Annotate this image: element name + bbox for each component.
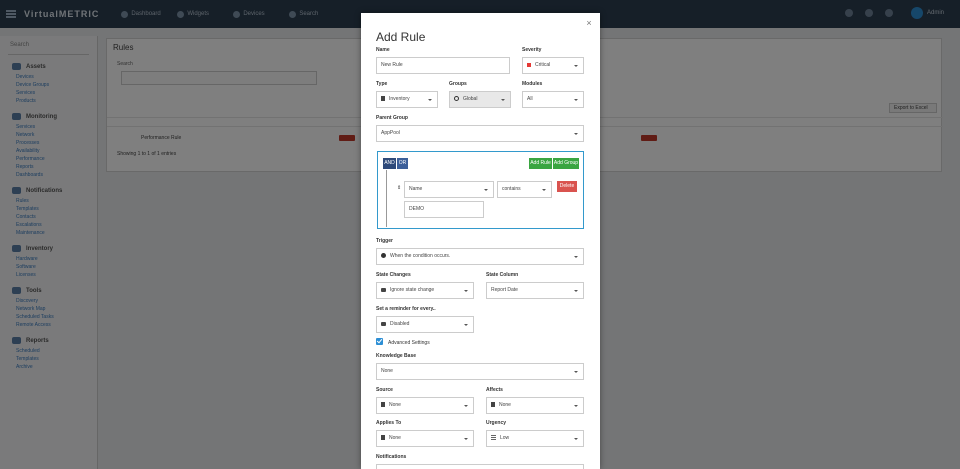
- advanced-settings-checkbox[interactable]: [376, 338, 383, 345]
- name-input[interactable]: New Rule: [376, 57, 510, 74]
- file-icon: [381, 435, 385, 441]
- parent-group-label: Parent Group: [376, 115, 408, 121]
- advanced-settings-label[interactable]: Advanced Settings: [388, 340, 430, 346]
- notifications-select[interactable]: [376, 464, 584, 469]
- mute-icon: [381, 321, 386, 326]
- close-icon[interactable]: ×: [584, 18, 594, 28]
- knowledge-base-select[interactable]: None: [376, 363, 584, 380]
- add-rule-modal: Add Rule × Name New Rule Severity Critic…: [361, 13, 600, 469]
- applies-to-label: Applies To: [376, 420, 402, 426]
- globe-icon: [454, 96, 459, 102]
- reminder-label: Set a reminder for every..: [376, 306, 436, 312]
- name-label: Name: [376, 47, 390, 53]
- modal-title: Add Rule: [376, 30, 426, 44]
- affects-select[interactable]: None: [486, 397, 584, 414]
- critical-icon: [527, 62, 531, 67]
- drag-handle-icon[interactable]: ⇕: [397, 185, 401, 191]
- urgency-icon: [491, 435, 496, 441]
- inventory-icon: [381, 96, 385, 102]
- state-changes-select[interactable]: Ignore state change: [376, 282, 474, 299]
- reminder-select[interactable]: Disabled: [376, 316, 474, 333]
- modules-select[interactable]: All: [522, 91, 584, 108]
- state-column-label: State Column: [486, 272, 519, 278]
- state-column-select[interactable]: Report Date: [486, 282, 584, 299]
- add-group-button[interactable]: Add Group: [553, 158, 579, 169]
- notifications-label: Notifications: [376, 454, 407, 460]
- modules-label: Modules: [522, 81, 543, 87]
- severity-label: Severity: [522, 47, 542, 53]
- file-icon: [491, 402, 495, 408]
- mute-icon: [381, 287, 386, 292]
- condition-value-input[interactable]: DEMO: [404, 201, 484, 218]
- applies-to-select[interactable]: None: [376, 430, 474, 447]
- condition-operator-select[interactable]: contains: [497, 181, 552, 198]
- condition-builder: AND OR Add Rule Add Group ⇕ Name contain…: [377, 151, 584, 229]
- state-changes-label: State Changes: [376, 272, 411, 278]
- add-rule-button[interactable]: Add Rule: [529, 158, 552, 169]
- groups-select[interactable]: Global: [449, 91, 511, 108]
- source-select[interactable]: None: [376, 397, 474, 414]
- urgency-select[interactable]: Low: [486, 430, 584, 447]
- groups-label: Groups: [449, 81, 467, 87]
- condition-field-select[interactable]: Name: [404, 181, 494, 198]
- source-label: Source: [376, 387, 393, 393]
- trigger-label: Trigger: [376, 238, 393, 244]
- severity-select[interactable]: Critical: [522, 57, 584, 74]
- delete-condition-button[interactable]: Delete: [557, 181, 577, 192]
- knowledge-base-label: Knowledge Base: [376, 353, 417, 359]
- or-button[interactable]: OR: [397, 158, 408, 169]
- urgency-label: Urgency: [486, 420, 507, 426]
- type-label: Type: [376, 81, 388, 87]
- file-icon: [381, 402, 385, 408]
- type-select[interactable]: Inventory: [376, 91, 438, 108]
- trigger-select[interactable]: When the condition occurs.: [376, 248, 584, 265]
- parent-group-select[interactable]: AppPool: [376, 125, 584, 142]
- and-button[interactable]: AND: [383, 158, 396, 169]
- affects-label: Affects: [486, 387, 503, 393]
- condition-row: ⇕ Name contains Delete DEMO: [386, 170, 582, 227]
- trigger-icon: [381, 253, 386, 259]
